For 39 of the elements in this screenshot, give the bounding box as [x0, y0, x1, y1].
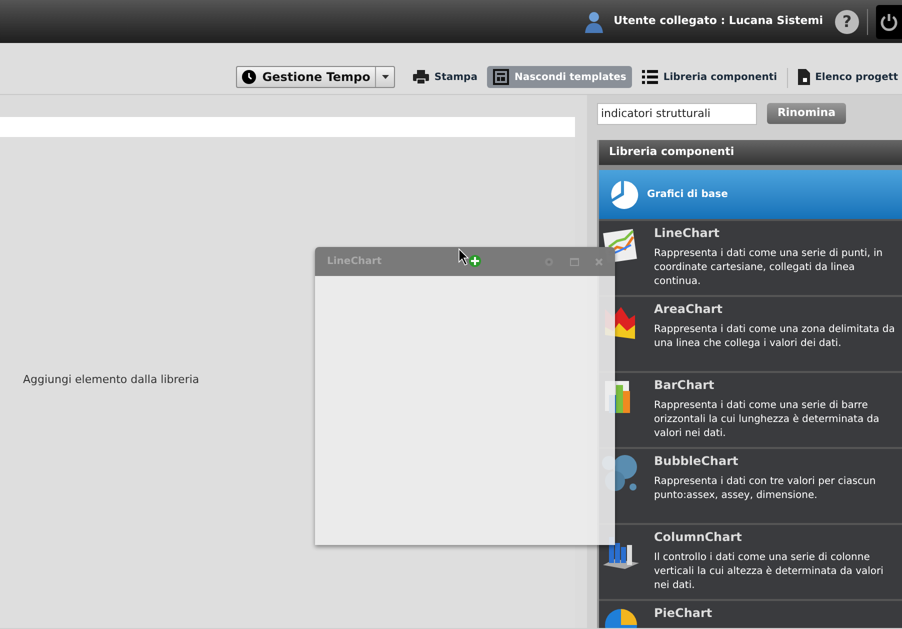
- user-icon: [584, 10, 604, 32]
- category-header[interactable]: Grafici di base: [599, 170, 902, 219]
- dropdown-label: Gestione Tempo: [262, 69, 370, 86]
- toolbar-button[interactable]: Libreria componenti: [638, 66, 782, 88]
- component-name: BubbleChart: [654, 453, 740, 469]
- help-button[interactable]: ?: [835, 10, 859, 34]
- printer-icon: [413, 70, 430, 84]
- component-description: Rappresenta i dati come una zona delimitata da una linea che collega i valori dei dati.: [654, 323, 896, 351]
- component-description: Rappresenta i dati come una serie di punti, in coordinate cartesiane, collegati da linea continua.: [654, 247, 884, 289]
- caret-icon: [382, 75, 389, 79]
- component-description: Rappresenta i dati come una serie di barre orizzontali la cui lunghezza è determinata da valori nei dati.: [654, 399, 880, 441]
- toolbar-button[interactable]: Elenco progett: [794, 66, 902, 88]
- component-name: AreaChart: [654, 301, 724, 317]
- canvas-hint: Aggiungi elemento dalla libreria: [23, 372, 200, 388]
- rename-button[interactable]: Rinomina: [767, 103, 846, 124]
- document-icon: [798, 69, 810, 85]
- pie-icon: [609, 180, 639, 210]
- layout-icon: [493, 69, 510, 85]
- component-item[interactable]: PieChart: [599, 599, 902, 628]
- list-icon: [642, 70, 658, 84]
- gear-icon[interactable]: [544, 256, 554, 266]
- category-label: Grafici di base: [647, 188, 728, 202]
- clock-icon: [242, 70, 256, 84]
- panel-title: Libreria componenti: [609, 144, 734, 160]
- maximize-icon[interactable]: [570, 258, 579, 266]
- close-icon[interactable]: [595, 258, 603, 266]
- time-dropdown[interactable]: Gestione Tempo: [236, 66, 396, 88]
- cursor-add-icon: [458, 248, 482, 268]
- component-description: Rappresenta i dati con tre valori per ciascun punto:assex, assey, dimensione.: [654, 475, 877, 503]
- name-field[interactable]: indicatori strutturali: [597, 102, 757, 124]
- power-icon: [879, 12, 899, 32]
- power-button[interactable]: [876, 4, 902, 38]
- component-name: LineChart: [654, 225, 721, 241]
- component-name: BarChart: [654, 377, 716, 393]
- toolbar-button[interactable]: Stampa: [409, 66, 482, 88]
- component-description: Il controllo i dati come una serie di colonne verticali la cui altezza è determinata da valori nei dati.: [654, 551, 884, 593]
- component-name: ColumnChart: [654, 529, 743, 545]
- component-name: PieChart: [654, 605, 714, 621]
- user-label: Utente collegato : Lucana Sistemi: [614, 13, 823, 30]
